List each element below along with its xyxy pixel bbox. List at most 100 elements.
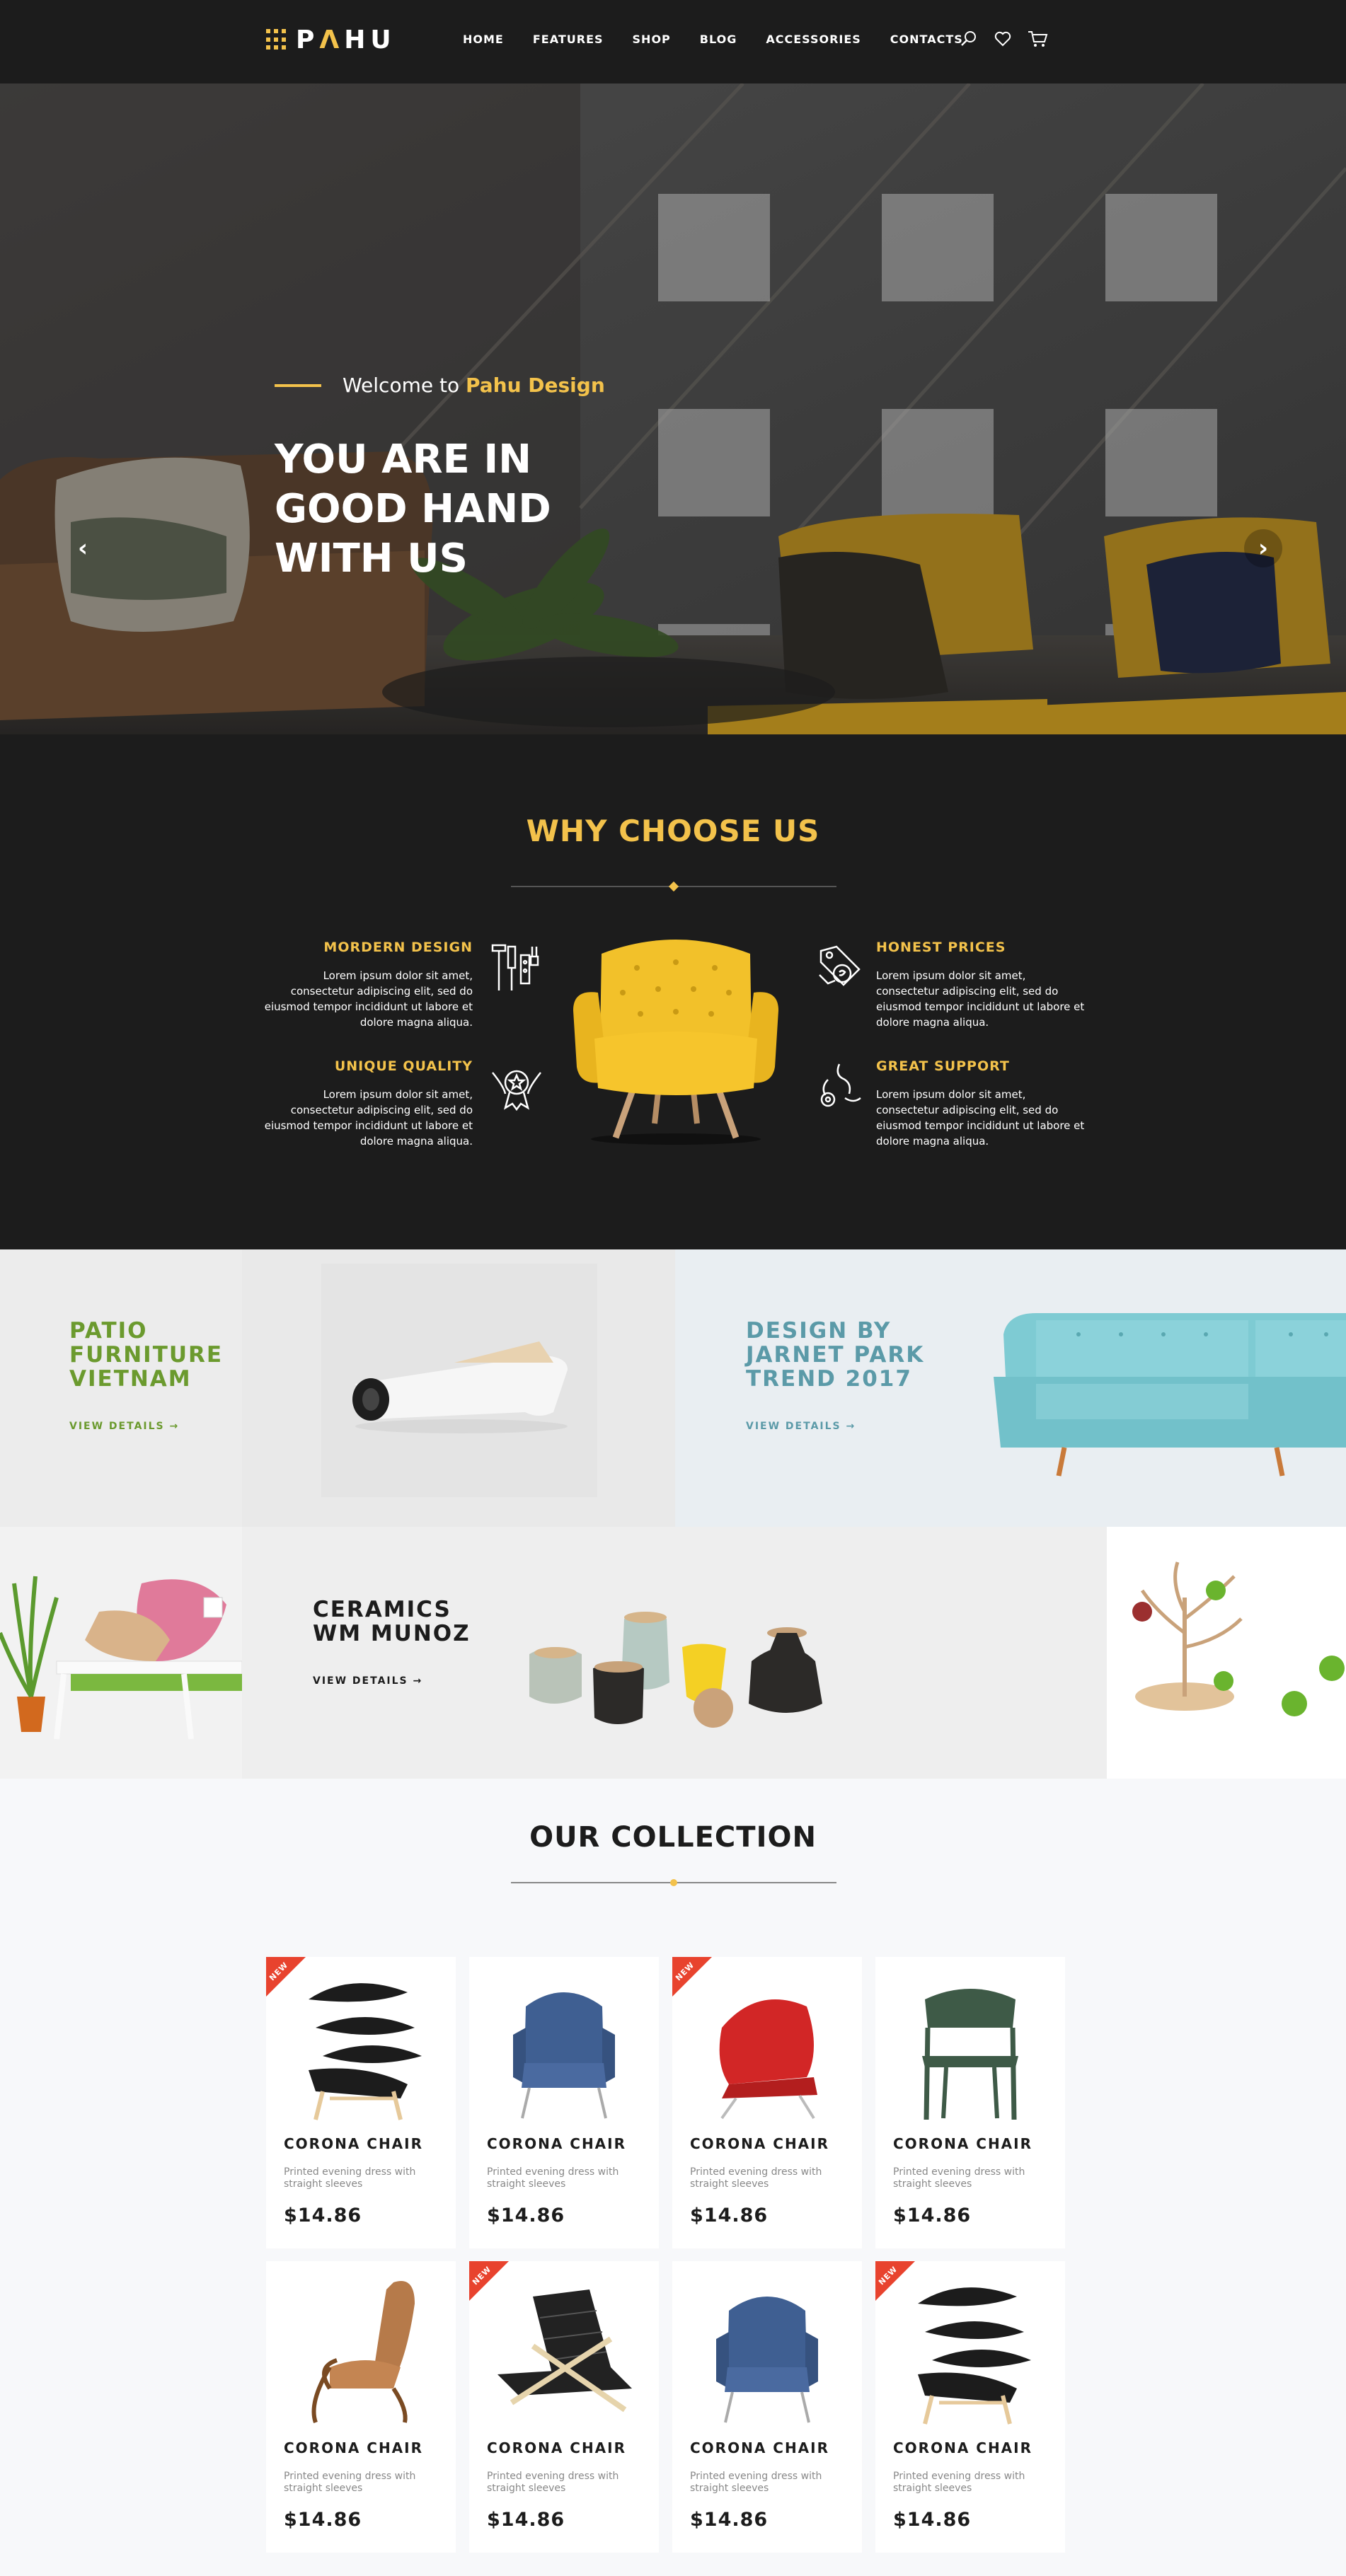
search-icon[interactable] [960,30,978,48]
nav-accessories[interactable]: ACCESSORIES [766,33,861,46]
product-card[interactable]: CORONA CHAIR Printed evening dress with … [672,2261,862,2553]
site-header: PΛHU HOME FEATURES SHOP BLOG ACCESSORIES… [0,0,1346,83]
nav-shop[interactable]: SHOP [633,33,671,46]
product-card[interactable]: NEW CORONA CHAIR Printed evening dress w… [469,2261,659,2553]
bench-image [0,1527,242,1779]
product-card[interactable]: NEW CORONA CHAIR Printed evening dress w… [875,2261,1065,2553]
promo-view-details-link[interactable]: VIEW DETAILS → [746,1421,930,1432]
promo-tile-bench-image[interactable] [0,1527,242,1779]
why-divider [511,881,836,892]
product-desc: Printed evening dress with straight slee… [893,2471,1025,2494]
promo-title: PATIO FURNITURE VIETNAM [69,1318,224,1392]
hero-background-image [0,83,1346,734]
product-desc: Printed evening dress with straight slee… [690,2166,822,2190]
logo-grid-icon [266,29,287,50]
product-price: $14.86 [893,2205,972,2226]
collection-title: OUR COLLECTION [529,1821,817,1854]
product-name[interactable]: CORONA CHAIR [893,2439,1032,2456]
product-price: $14.86 [690,2509,769,2531]
promo-tile-jarnet[interactable]: DESIGN BY JARNET PARK TREND 2017 VIEW DE… [675,1249,1346,1527]
new-badge: NEW [469,2261,509,2301]
feature-title: MORDERN DESIGN [323,940,473,955]
product-price: $14.86 [487,2205,565,2226]
hero-welcome-accent: Pahu Design [466,374,605,397]
feature-honest-prices: HONEST PRICES Lorem ipsum dolor sit amet… [876,940,1088,1030]
product-price: $14.86 [284,2205,362,2226]
fruit-tree-stand-image [1132,1561,1345,1716]
product-image [311,2281,415,2424]
feature-text: Lorem ipsum dolor sit amet, consectetur … [876,1088,1085,1148]
why-title: WHY CHOOSE US [526,814,820,848]
promo-view-details-link[interactable]: VIEW DETAILS → [313,1675,483,1687]
product-card[interactable]: CORONA CHAIR Printed evening dress with … [875,1957,1065,2248]
nav-home[interactable]: HOME [463,33,504,46]
product-desc: Printed evening dress with straight slee… [284,2166,416,2190]
product-price: $14.86 [284,2509,362,2531]
product-card[interactable]: NEW CORONA CHAIR Printed evening dress w… [266,1957,456,2248]
product-price: $14.86 [893,2509,972,2531]
product-desc: Printed evening dress with straight slee… [487,2166,619,2190]
product-card[interactable]: CORONA CHAIR Printed evening dress with … [266,2261,456,2553]
nav-features[interactable]: FEATURES [533,33,604,46]
product-name[interactable]: CORONA CHAIR [284,2135,423,2152]
promo-title: DESIGN BY JARNET PARK TREND 2017 [746,1318,925,1392]
product-image [513,1992,615,2119]
promo-tile-patio[interactable]: PATIO FURNITURE VIETNAM VIEW DETAILS → [0,1249,675,1527]
award-badge-icon [490,1058,543,1112]
patio-lamp-image [242,1249,675,1527]
product-name[interactable]: CORONA CHAIR [487,2135,626,2152]
product-desc: Printed evening dress with straight slee… [487,2471,619,2494]
hero-content: Welcome to Pahu Design YOU ARE IN GOOD H… [275,374,643,584]
feature-text: Lorem ipsum dolor sit amet, consectetur … [876,969,1085,1029]
promo-tile-ceramics[interactable]: CERAMICS WM MUNOZ VIEW DETAILS → [242,1527,1107,1779]
nav-blog[interactable]: BLOG [700,33,737,46]
feature-title: HONEST PRICES [876,940,1006,955]
product-card[interactable]: NEW CORONA CHAIR Printed evening dress w… [672,1957,862,2248]
collection-section: OUR COLLECTION NEW CORONA CHAIR Printed … [0,1804,1346,2576]
product-name[interactable]: CORONA CHAIR [284,2439,423,2456]
product-price: $14.86 [690,2205,769,2226]
hero-accent-line [275,383,321,387]
product-price: $14.86 [487,2509,565,2531]
why-choose-us-section: WHY CHOOSE US MORDERN DESIGN Lorem ipsum… [0,734,1346,1249]
product-desc: Printed evening dress with straight slee… [690,2471,822,2494]
new-badge: NEW [875,2261,915,2301]
product-name[interactable]: CORONA CHAIR [690,2439,829,2456]
main-nav: HOME FEATURES SHOP BLOG ACCESSORIES CONT… [463,33,992,46]
header-icons [960,30,1048,48]
logo-text: PΛHU [296,25,396,54]
new-badge: NEW [672,1957,712,1997]
feature-title: UNIQUE QUALITY [334,1058,473,1074]
promo-banners: PATIO FURNITURE VIETNAM VIEW DETAILS → D… [0,1249,1346,1804]
nav-contacts[interactable]: CONTACTS [890,33,963,46]
price-tag-icon [814,941,868,995]
yellow-armchair-image [573,940,778,1145]
teal-sofa-image [994,1313,1346,1477]
hero-title: YOU ARE IN GOOD HAND WITH US [275,437,551,582]
hero-welcome: Welcome to Pahu Design [275,374,643,397]
support-gear-icon [814,1058,868,1112]
feature-text: Lorem ipsum dolor sit amet, consectetur … [264,969,473,1029]
hero-slider: Welcome to Pahu Design YOU ARE IN GOOD H… [0,83,1346,734]
product-name[interactable]: CORONA CHAIR [487,2439,626,2456]
tools-icon [488,941,542,995]
hero-welcome-prefix: Welcome to [343,374,460,397]
promo-tile-tree-image[interactable] [1107,1527,1346,1779]
product-desc: Printed evening dress with straight slee… [893,2166,1025,2190]
heart-icon[interactable] [994,30,1012,48]
feature-modern-design: MORDERN DESIGN Lorem ipsum dolor sit ame… [260,940,473,1030]
hero-prev-arrow-icon[interactable]: ‹ [64,529,102,567]
ceramic-jars-image [529,1612,822,1728]
logo[interactable]: PΛHU [266,25,396,54]
promo-view-details-link[interactable]: VIEW DETAILS → [69,1421,225,1432]
product-name[interactable]: CORONA CHAIR [690,2135,829,2152]
product-image [922,1989,1018,2120]
product-image [716,2297,818,2423]
product-desc: Printed evening dress with straight slee… [284,2471,416,2494]
new-badge: NEW [266,1957,306,1997]
product-card[interactable]: CORONA CHAIR Printed evening dress with … [469,1957,659,2248]
product-name[interactable]: CORONA CHAIR [893,2135,1032,2152]
feature-text: Lorem ipsum dolor sit amet, consectetur … [264,1088,473,1148]
cart-icon[interactable] [1028,30,1048,48]
hero-next-arrow-icon[interactable]: › [1244,529,1282,567]
